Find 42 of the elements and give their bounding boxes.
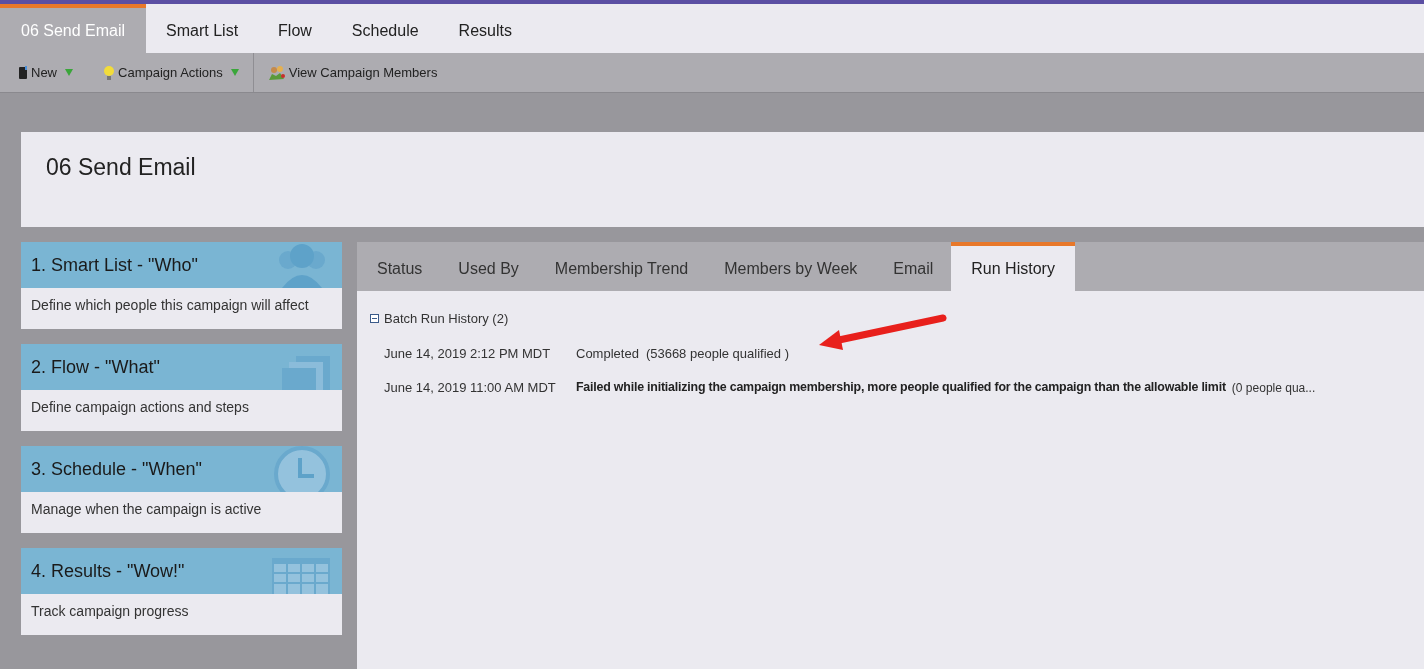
toolbar-button[interactable]: View Campaign Members	[253, 53, 438, 92]
nav-tab[interactable]: Results	[438, 4, 532, 53]
people-icon	[267, 64, 286, 81]
step-description: Manage when the campaign is active	[31, 501, 262, 517]
lightbulb-icon	[103, 64, 115, 81]
step-card[interactable]: 4. Results - "Wow!" Track campaign progress	[21, 548, 342, 635]
step-description: Define which people this campaign will affect	[31, 297, 309, 313]
nav-tab[interactable]: Schedule	[331, 4, 439, 53]
detail-tab[interactable]: Email	[875, 242, 952, 291]
nav-tab[interactable]: Flow	[258, 4, 332, 53]
step-card[interactable]: 1. Smart List - "Who" Define which people this campaign will affect	[21, 242, 342, 329]
section-title: Batch Run History (2)	[384, 310, 509, 328]
step-card[interactable]: 2. Flow - "What" Define campaign actions and steps	[21, 344, 342, 431]
step-title: 1. Smart List - "Who"	[31, 253, 198, 277]
toolbar-button[interactable]: New	[0, 53, 103, 92]
campaign-title: 06 Send Email	[46, 154, 196, 180]
collapse-icon[interactable]	[370, 314, 379, 324]
detail-tab[interactable]: Used By	[440, 242, 537, 291]
detail-tab[interactable]: Members by Week	[706, 242, 876, 291]
clock-icon	[274, 446, 330, 492]
run-detail: (0 people qua...	[1231, 379, 1316, 397]
toolbar-button[interactable]: Campaign Actions	[103, 53, 254, 92]
run-detail: (53668 people qualified )	[645, 344, 789, 363]
detail-tab[interactable]: Membership Trend	[536, 242, 707, 291]
step-description: Define campaign actions and steps	[31, 399, 249, 415]
nav-tab[interactable]: Smart List	[146, 4, 259, 53]
step-description: Track campaign progress	[31, 603, 189, 619]
detail-tab[interactable]: Run History	[951, 242, 1075, 291]
stacked-pages-icon	[282, 356, 330, 390]
run-time: June 14, 2019 2:12 PM MDT	[384, 344, 552, 363]
step-title: 4. Results - "Wow!"	[31, 559, 185, 583]
step-title: 2. Flow - "What"	[31, 355, 160, 379]
run-time: June 14, 2019 11:00 AM MDT	[384, 379, 557, 397]
run-status: Failed while initializing the campaign membership, more people qualified for the campaign than the allowable limit	[576, 379, 1226, 397]
step-title: 3. Schedule - "When"	[31, 457, 202, 481]
dropdown-icon	[230, 69, 239, 76]
run-status: Completed	[576, 344, 639, 363]
table-icon	[272, 558, 330, 594]
step-card[interactable]: 3. Schedule - "When" Manage when the campaign is active	[21, 446, 342, 533]
detail-tab[interactable]: Status	[359, 242, 441, 291]
book-icon	[18, 65, 28, 80]
dropdown-icon	[65, 69, 73, 76]
